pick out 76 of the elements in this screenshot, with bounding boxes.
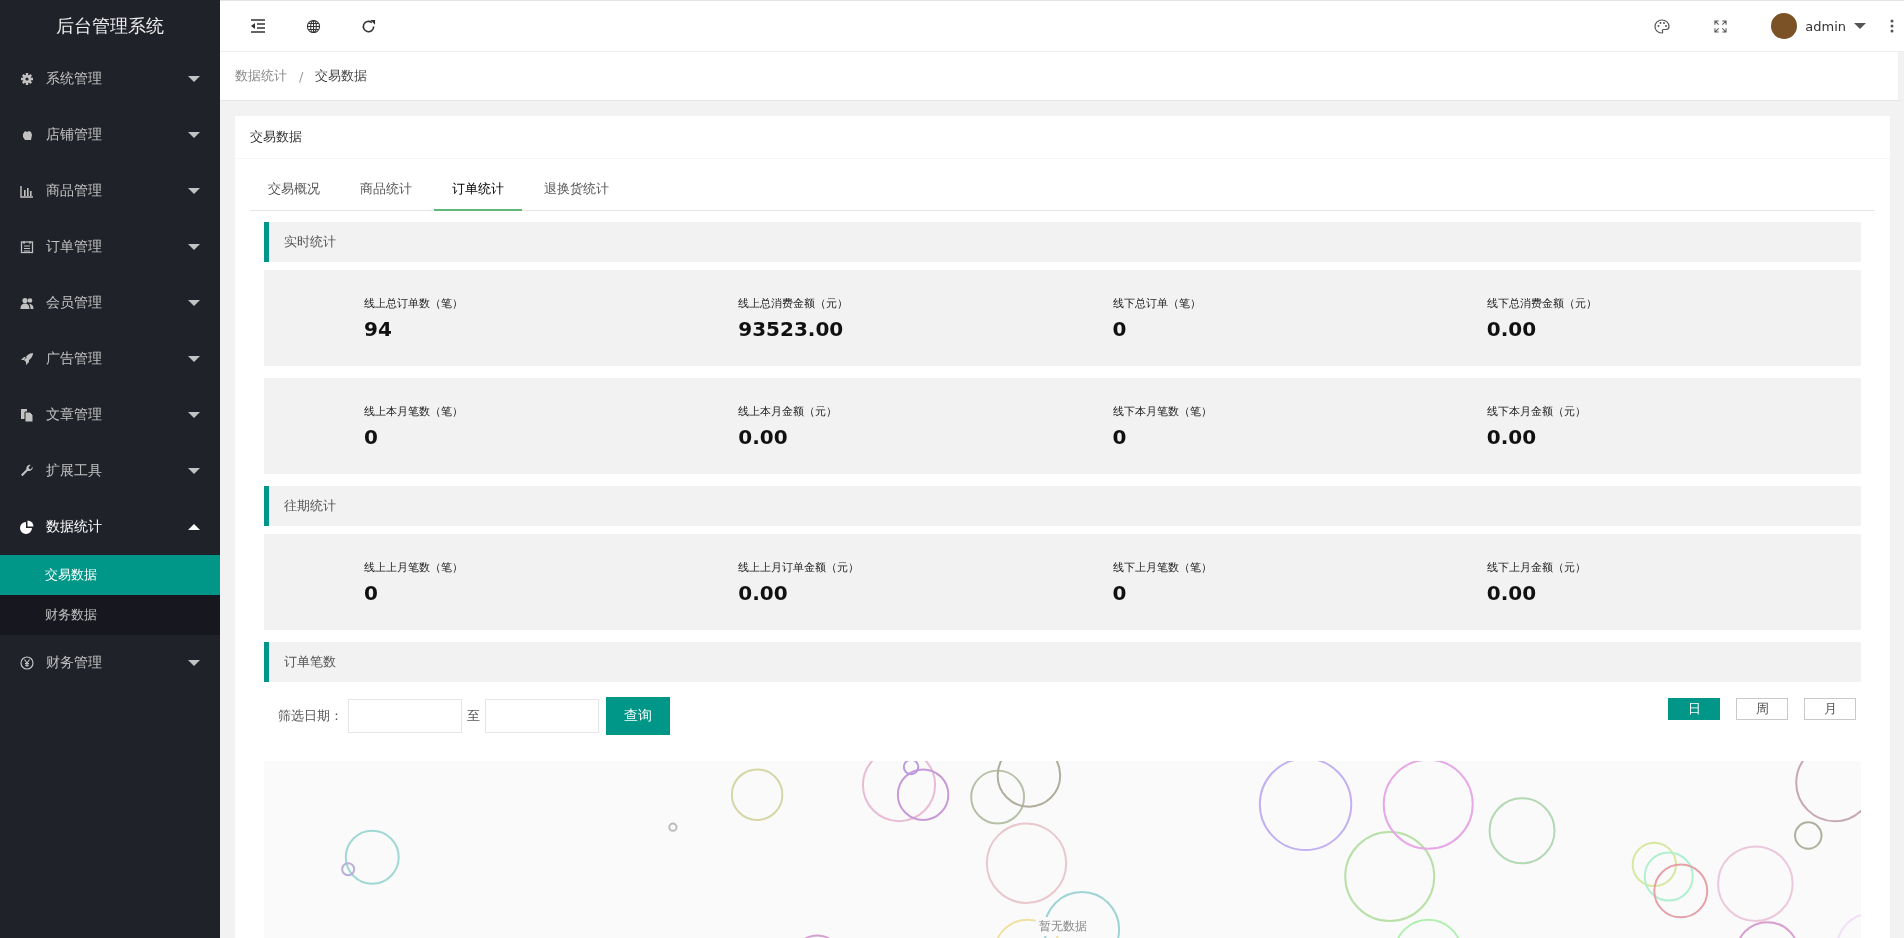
stat-value: 0.00 [1486,580,1538,605]
more-icon[interactable] [1890,19,1894,33]
section-header: 往期统计 [264,486,1861,526]
yen-icon [20,656,34,670]
wrench-icon [20,464,34,478]
caret-icon [1854,23,1866,29]
sidebar-item[interactable]: 订单管理 [0,219,220,275]
documents-icon [20,408,34,422]
users-icon [20,296,34,310]
app-title: 后台管理系统 [55,13,165,38]
sidebar-item[interactable]: 数据统计 [0,499,220,555]
menu-fold-icon[interactable] [250,19,266,33]
filter-label: 筛选日期： [278,707,343,725]
stat-label: 线下上月金额（元） [1486,559,1587,575]
card-title: 交易数据 [235,116,1890,159]
section-header: 订单笔数 [264,642,1861,682]
stat-label: 线上本月笔数（笔） [364,403,464,419]
sidebar-item[interactable]: 广告管理 [0,331,220,387]
fullscreen-icon[interactable] [1714,19,1728,33]
stat-label: 线下上月笔数（笔） [1112,559,1213,575]
sidebar-item[interactable]: 财务管理 [0,635,220,691]
date-field[interactable] [485,699,599,733]
stat-value: 0.00 [738,424,789,449]
stat-value: 0 [1112,424,1128,449]
empty-message: 暂无数据 [1035,917,1090,936]
calendar-icon [20,240,34,254]
tab[interactable]: 商品统计 [342,169,430,211]
stat-value: 0 [1112,580,1128,605]
period-button[interactable]: 周 [1736,698,1788,720]
globe-icon[interactable] [306,18,321,34]
stat-value: 0.00 [738,580,789,605]
user-name: admin [1805,18,1846,34]
sidebar-item[interactable]: 会员管理 [0,275,220,331]
sidebar-item[interactable]: 店铺管理 [0,107,220,163]
pie-chart-icon [20,520,34,534]
breadcrumb-link[interactable]: 数据统计 [235,67,287,85]
stat-value: 93523.00 [738,316,845,341]
tab[interactable]: 订单统计 [434,169,522,211]
period-button[interactable]: 日 [1668,698,1720,720]
bar-chart-icon [20,184,34,198]
stat-value: 0 [364,580,379,605]
stat-label: 线下本月笔数（笔） [1112,403,1213,419]
stat-label: 线上上月订单金额（元） [738,559,861,575]
stat-value: 0 [1112,316,1128,341]
stat-value: 0.00 [1486,424,1538,449]
range-label: 至 [467,707,480,725]
user-menu[interactable]: admin [1771,13,1866,39]
date-field[interactable] [348,699,462,733]
palette-icon[interactable] [1654,18,1671,34]
sidebar-subitem[interactable]: 交易数据 [0,555,220,595]
gear-icon [20,72,34,86]
tab[interactable]: 退换货统计 [526,169,627,211]
stat-label: 线上本月金额（元） [738,403,839,419]
stat-label: 线上总订单数（笔） [364,295,464,311]
period-button[interactable]: 月 [1804,698,1856,720]
stat-label: 线上上月笔数（笔） [364,559,464,575]
stat-label: 线下本月金额（元） [1486,403,1587,419]
sidebar-subitem[interactable]: 财务数据 [0,595,220,635]
rocket-icon [20,352,34,366]
breadcrumb-separator: / [299,68,304,84]
stat-value: 0 [364,424,379,449]
refresh-icon[interactable] [361,18,376,34]
stat-label: 线下总消费金额（元） [1486,295,1598,311]
tab[interactable]: 交易概况 [250,169,338,211]
stat-label: 线下总订单（笔） [1112,295,1202,311]
stat-value: 94 [364,316,393,341]
sidebar-item[interactable]: 文章管理 [0,387,220,443]
avatar [1771,13,1798,39]
section-header: 实时统计 [264,222,1861,262]
breadcrumb-current: 交易数据 [315,67,368,85]
stat-value: 0.00 [1486,316,1538,341]
sidebar-item[interactable]: 扩展工具 [0,443,220,499]
sidebar-item[interactable]: 系统管理 [0,51,220,107]
stat-label: 线上总消费金额（元） [738,295,850,311]
query-button[interactable]: 查询 [606,697,670,735]
sidebar-item[interactable]: 商品管理 [0,163,220,219]
